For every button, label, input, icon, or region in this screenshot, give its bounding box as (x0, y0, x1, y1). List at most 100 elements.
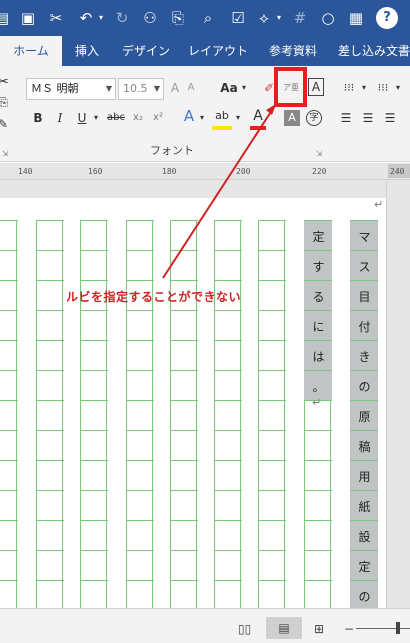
manuscript-char[interactable]: 目 (351, 288, 378, 305)
grid-line (36, 430, 64, 431)
undo-icon[interactable]: ↶ (76, 7, 96, 29)
align-left-icon[interactable]: ☰ (338, 108, 354, 128)
shape-dropdown-icon[interactable]: ▾ (274, 7, 284, 29)
copy-icon[interactable]: ⎘ (168, 7, 188, 29)
align-right-icon[interactable]: ☰ (382, 108, 398, 128)
cut-icon[interactable]: ✂ (46, 7, 66, 29)
manuscript-char[interactable]: の (351, 378, 378, 395)
grid-line (126, 460, 154, 461)
manuscript-char[interactable]: す (305, 258, 332, 275)
shrink-font-icon[interactable]: A (184, 78, 198, 98)
chevron-down-icon[interactable]: ▾ (198, 108, 206, 128)
manuscript-char[interactable]: に (305, 318, 332, 335)
grid-line (0, 520, 18, 521)
manuscript-char[interactable]: 。 (305, 378, 332, 395)
strikethrough-button[interactable]: abc (104, 108, 128, 128)
enclose-characters-button[interactable]: 字 (306, 110, 322, 126)
align-center-icon[interactable]: ☰ (360, 108, 376, 128)
chevron-down-icon[interactable]: ▾ (394, 78, 402, 98)
zoom-slider-thumb[interactable] (396, 622, 400, 634)
italic-button[interactable]: I (52, 108, 68, 128)
tab-layout[interactable]: レイアウト (180, 36, 256, 66)
save-icon[interactable]: ▤ (0, 7, 10, 29)
horizontal-ruler[interactable]: 140 160 180 200 220 240 (0, 163, 410, 180)
read-mode-icon[interactable]: ▯▯ (238, 622, 251, 636)
manuscript-char[interactable]: は (305, 348, 332, 365)
highlight-color-icon[interactable]: ab (212, 106, 232, 130)
grid-line (0, 580, 18, 581)
font-size-select[interactable]: 10.5 ▼ (118, 78, 164, 100)
font-color-icon[interactable]: A (250, 106, 266, 130)
grid-line (258, 460, 286, 461)
manuscript-char[interactable]: る (305, 288, 332, 305)
grid-line (80, 310, 108, 311)
ruler-tick: 240 (390, 167, 405, 176)
grid-line (80, 550, 108, 551)
manuscript-char[interactable]: 用 (351, 468, 378, 485)
chevron-down-icon[interactable]: ▾ (92, 108, 100, 128)
font-name-select[interactable]: ＭＳ 明朝 ▼ (26, 78, 116, 100)
dialog-launcher-icon[interactable]: ⇲ (0, 144, 10, 164)
print-preview-icon[interactable]: ⌕ (198, 7, 218, 29)
vertical-scrollbar[interactable] (386, 180, 410, 608)
manuscript-char[interactable]: マ (351, 228, 378, 245)
chevron-down-icon[interactable]: ▾ (234, 108, 242, 128)
grid-line (304, 250, 332, 251)
document-page[interactable]: ↵ 定するには。マス目付きの原稿用紙設定の ↵ (0, 198, 386, 608)
manuscript-char[interactable]: 定 (351, 558, 378, 575)
change-case-button[interactable]: Aa (218, 78, 240, 98)
chevron-down-icon: ▼ (153, 84, 160, 93)
cut-icon[interactable]: ✂ (0, 72, 10, 92)
tab-home[interactable]: ホーム (0, 36, 62, 66)
format-painter-icon[interactable]: ✎ (0, 114, 10, 134)
manuscript-char[interactable]: 紙 (351, 498, 378, 515)
tab-design[interactable]: デザイン (112, 36, 180, 66)
ruler-tick: 160 (88, 167, 103, 176)
grid-line (304, 490, 332, 491)
grid-line (214, 370, 242, 371)
hash-icon[interactable]: # (290, 7, 310, 29)
tab-references[interactable]: 参考資料 (256, 36, 330, 66)
grid-icon[interactable]: ▦ (346, 7, 366, 29)
superscript-button[interactable]: x² (150, 108, 166, 128)
save-icon[interactable]: ▣ (18, 7, 38, 29)
grid-line (80, 460, 108, 461)
text-effects-icon[interactable]: A (180, 106, 198, 126)
underline-button[interactable]: U (74, 108, 90, 128)
manuscript-char[interactable]: 原 (351, 408, 378, 425)
chevron-down-icon[interactable]: ▾ (360, 78, 368, 98)
manuscript-char[interactable]: の (351, 588, 378, 605)
circle-icon[interactable]: ○ (318, 7, 338, 29)
chevron-down-icon[interactable]: ▾ (240, 78, 248, 98)
undo-dropdown-icon[interactable]: ▾ (96, 7, 106, 29)
bold-button[interactable]: B (30, 108, 46, 128)
manuscript-char[interactable]: 付 (351, 318, 378, 335)
manuscript-char[interactable]: 定 (305, 228, 332, 245)
tab-insert[interactable]: 挿入 (62, 36, 112, 66)
subscript-button[interactable]: x₂ (130, 108, 146, 128)
manuscript-char[interactable]: き (351, 348, 378, 365)
grid-line (258, 490, 286, 491)
grid-line (304, 340, 332, 341)
grid-line (214, 250, 242, 251)
print-layout-icon[interactable]: ▤ (266, 617, 302, 639)
dialog-launcher-icon[interactable]: ⇲ (314, 144, 324, 164)
copy-icon[interactable]: ⎘ (0, 92, 10, 112)
character-border-button[interactable]: A (308, 78, 324, 96)
manuscript-char[interactable]: ス (351, 258, 378, 275)
redo-icon[interactable]: ↻ (112, 7, 132, 29)
checkbox-icon[interactable]: ☑ (228, 7, 248, 29)
character-shading-icon[interactable]: A (284, 110, 300, 126)
shape-icon[interactable]: ⟡ (254, 7, 274, 29)
help-icon[interactable]: ? (376, 7, 398, 29)
grow-font-icon[interactable]: A (168, 78, 182, 98)
structure-icon[interactable]: ⚇ (140, 7, 160, 29)
web-layout-icon[interactable]: ⊞ (314, 622, 324, 636)
zoom-slider[interactable] (356, 628, 410, 629)
manuscript-char[interactable]: 設 (351, 528, 378, 545)
manuscript-char[interactable]: 稿 (351, 438, 378, 455)
bullets-icon[interactable]: ⁝⁝⁝ (336, 78, 362, 98)
numbering-icon[interactable]: ⁝⁝⁝ (370, 78, 396, 98)
zoom-out-icon[interactable]: − (344, 622, 354, 636)
tab-mailings[interactable]: 差し込み文書 (330, 36, 410, 66)
